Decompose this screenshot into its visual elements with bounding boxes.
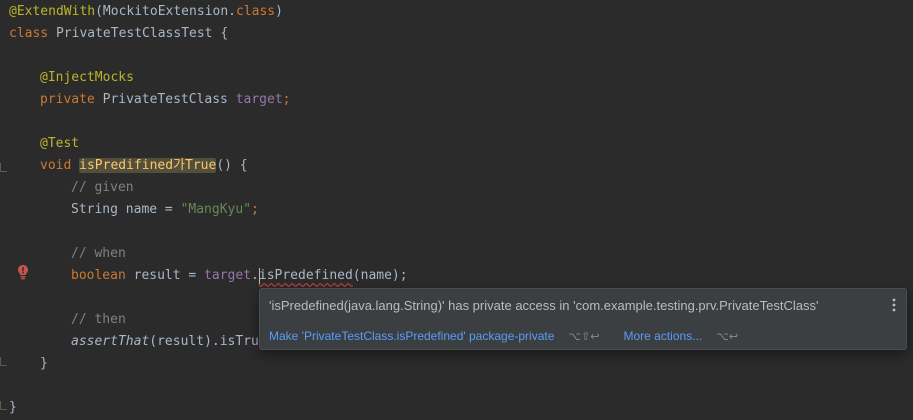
code-line-10[interactable]: String name = "MangKyu"; <box>71 199 259 221</box>
comment: // then <box>71 312 126 327</box>
code-line-13[interactable]: boolean result = target.isPredefined(nam… <box>71 265 408 287</box>
annotation-injectmocks: @InjectMocks <box>40 70 134 85</box>
code-line-17[interactable]: } <box>40 353 48 375</box>
code-line-12[interactable]: // when <box>71 243 126 265</box>
comment: // given <box>71 180 134 195</box>
code-line-7[interactable]: @Test <box>40 133 79 155</box>
keyword: private <box>40 92 95 107</box>
annotation-test: @Test <box>40 136 80 151</box>
code-text: . <box>251 268 259 283</box>
fold-marker[interactable] <box>0 357 7 366</box>
string-literal: "MangKyu" <box>180 202 252 217</box>
code-line-19[interactable]: } <box>9 397 17 419</box>
code-line-1[interactable]: @ExtendWith(MockitoExtension.class) <box>9 1 283 23</box>
error-message: 'isPredefined(java.lang.String)' has pri… <box>269 298 819 313</box>
type-name: PrivateTestClass <box>94 92 236 107</box>
annotation-extendwith: @ExtendWith <box>9 4 96 19</box>
code-line-2[interactable]: class PrivateTestClassTest { <box>9 23 228 45</box>
code-text: (result).isTru <box>149 334 259 349</box>
shortcut-hint: ⌥⇧↩ <box>568 330 600 343</box>
keyword: boolean <box>71 268 126 283</box>
method-name-highlighted: isPredifined가True <box>79 158 217 173</box>
code-text: () { <box>216 158 248 173</box>
code-text: ) <box>275 4 283 19</box>
fold-marker[interactable] <box>0 163 7 172</box>
more-actions-link[interactable]: More actions... <box>624 329 703 343</box>
code-line-16[interactable]: assertThat(result).isTru <box>71 331 259 353</box>
error-tooltip-popup: 'isPredefined(java.lang.String)' has pri… <box>259 288 907 350</box>
shortcut-hint: ⌥↩ <box>716 330 739 343</box>
error-bulb-icon[interactable] <box>16 264 30 280</box>
code-text: result = <box>125 268 205 283</box>
keyword: class <box>235 4 276 19</box>
code-line-4[interactable]: @InjectMocks <box>40 67 134 89</box>
closing-brace: } <box>9 400 17 415</box>
comment: // when <box>71 246 126 261</box>
more-vertical-icon[interactable] <box>890 297 898 313</box>
code-line-5[interactable]: private PrivateTestClass target; <box>40 89 290 111</box>
code-editor[interactable]: @ExtendWith(MockitoExtension.class) clas… <box>0 0 913 420</box>
code-text: ; <box>282 92 291 107</box>
keyword: void <box>40 158 72 173</box>
code-line-15[interactable]: // then <box>71 309 126 331</box>
code-line-8[interactable]: void isPredifined가True() { <box>40 155 248 177</box>
code-text: ; <box>251 202 259 217</box>
static-method-call: assertThat <box>71 334 150 349</box>
class-declaration: PrivateTestClassTest { <box>48 26 229 41</box>
field-name: target <box>235 92 283 107</box>
make-package-private-link[interactable]: Make 'PrivateTestClass.isPredefined' pac… <box>269 329 554 343</box>
code-text: (name); <box>352 268 408 283</box>
code-text: (MockitoExtension. <box>95 4 236 19</box>
quick-fix-actions: Make 'PrivateTestClass.isPredefined' pac… <box>269 329 738 343</box>
fold-marker[interactable] <box>0 401 7 410</box>
error-method-call[interactable]: isPredefined <box>259 268 353 283</box>
code-text: String name = <box>71 202 181 217</box>
field-name: target <box>204 268 252 283</box>
keyword: class <box>9 26 49 41</box>
code-line-9[interactable]: // given <box>71 177 134 199</box>
closing-brace: } <box>40 356 48 371</box>
